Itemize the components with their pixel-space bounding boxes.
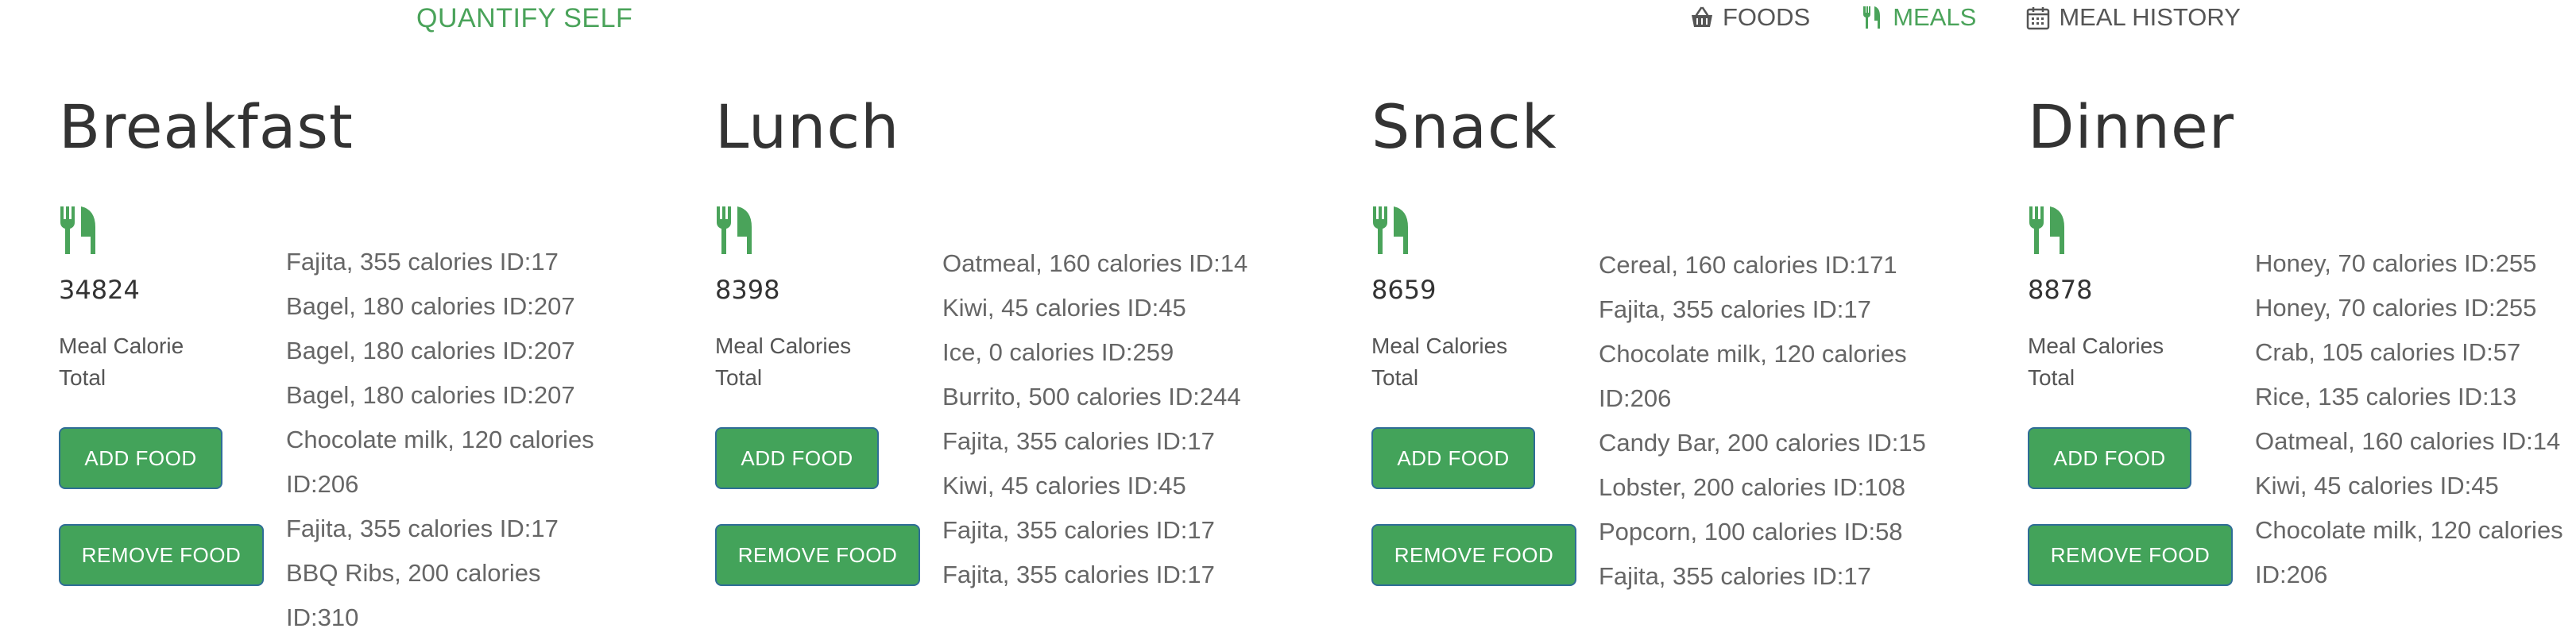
nav-meals[interactable]: MEALS [1859,3,1976,32]
basket-icon [1692,6,1712,27]
food-item[interactable]: Crab, 105 calories ID:57 [2255,330,2573,375]
food-item[interactable]: Kiwi, 45 calories ID:45 [2255,464,2573,508]
food-item[interactable]: Burrito, 500 calories ID:244 [942,375,1276,419]
cutlery-icon [1863,6,1881,29]
cutlery-icon [1373,206,1408,254]
meal-calorie-total: 8659 [1371,275,1437,305]
cutlery-icon [2029,206,2064,254]
calendar-icon [2027,7,2050,30]
food-item[interactable]: Honey, 70 calories ID:255 [2255,241,2573,286]
food-item[interactable]: Fajita, 355 calories ID:17 [1599,287,1932,332]
food-item[interactable]: BBQ Ribs, 200 calories ID:310 [286,551,620,640]
food-item[interactable]: Lobster, 200 calories ID:108 [1599,465,1932,510]
food-item[interactable]: Candy Bar, 200 calories ID:15 [1599,421,1932,465]
nav-meal-history-label: MEAL HISTORY [2059,3,2241,31]
food-item[interactable]: Cereal, 160 calories ID:171 [1599,243,1932,287]
remove-food-button[interactable]: REMOVE FOOD [715,524,920,586]
food-item[interactable]: Fajita, 355 calories ID:17 [1599,554,1932,599]
food-item[interactable]: Chocolate milk, 120 calories ID:206 [2255,508,2573,597]
food-item[interactable]: Fajita, 355 calories ID:17 [286,240,620,284]
food-list: Honey, 70 calories ID:255 Honey, 70 calo… [2255,241,2573,597]
food-item[interactable]: Bagel, 180 calories ID:207 [286,373,620,418]
meal-card-breakfast: Breakfast 34824 Meal Calorie Total ADD F… [59,87,694,631]
meal-calorie-total: 8398 [715,275,780,305]
food-item[interactable]: Fajita, 355 calories ID:17 [286,507,620,551]
nav-foods[interactable]: FOODS [1689,3,1810,32]
food-item[interactable]: Kiwi, 45 calories ID:45 [942,464,1276,508]
nav-meals-label: MEALS [1893,3,1977,31]
meal-card-snack: Snack 8659 Meal Calories Total ADD FOOD … [1371,87,2007,603]
food-item[interactable]: Fajita, 355 calories ID:17 [942,508,1276,553]
food-item[interactable]: Chocolate milk, 120 calories ID:206 [1599,332,1932,421]
meal-title: Breakfast [59,91,354,162]
meal-calorie-total: 34824 [59,275,140,305]
food-list: Cereal, 160 calories ID:171 Fajita, 355 … [1599,243,1932,599]
meal-calorie-total-label: Meal Calorie Total [59,333,184,390]
remove-food-button[interactable]: REMOVE FOOD [2028,524,2233,586]
food-item[interactable]: Oatmeal, 160 calories ID:14 [942,241,1276,286]
food-item[interactable]: Honey, 70 calories ID:255 [2255,286,2573,330]
nav-foods-label: FOODS [1723,3,1811,31]
remove-food-button[interactable]: REMOVE FOOD [59,524,264,586]
food-item[interactable]: Kiwi, 45 calories ID:45 [942,286,1276,330]
meal-calorie-total-label: Meal Calories Total [715,333,852,390]
meal-title: Lunch [715,91,900,162]
remove-food-button[interactable]: REMOVE FOOD [1371,524,1576,586]
add-food-button[interactable]: ADD FOOD [1371,427,1535,489]
food-item[interactable]: Ice, 0 calories ID:259 [942,330,1276,375]
cutlery-icon [717,206,752,254]
meal-calorie-total-label: Meal Calories Total [2028,333,2164,390]
meal-calorie-total-label: Meal Calories Total [1371,333,1508,390]
food-item[interactable]: Bagel, 180 calories ID:207 [286,284,620,329]
main-nav: FOODS MEALS MEAL HISTORY [1689,3,2241,32]
food-item[interactable]: Rice, 135 calories ID:13 [2255,375,2573,419]
add-food-button[interactable]: ADD FOOD [715,427,879,489]
meal-title: Dinner [2028,91,2234,162]
add-food-button[interactable]: ADD FOOD [2028,427,2191,489]
meal-card-lunch: Lunch 8398 Meal Calories Total ADD FOOD … [715,87,1351,603]
cutlery-icon [60,206,95,254]
food-item[interactable]: Bagel, 180 calories ID:207 [286,329,620,373]
food-item[interactable]: Popcorn, 100 calories ID:58 [1599,510,1932,554]
food-list: Oatmeal, 160 calories ID:14 Kiwi, 45 cal… [942,241,1276,597]
food-item[interactable]: Chocolate milk, 120 calories ID:206 [286,418,620,507]
add-food-button[interactable]: ADD FOOD [59,427,222,489]
meal-title: Snack [1371,91,1557,162]
brand-logo-link[interactable]: QUANTIFY SELF [416,3,632,34]
food-item[interactable]: Fajita, 355 calories ID:17 [942,553,1276,597]
nav-meal-history[interactable]: MEAL HISTORY [2025,3,2241,32]
food-item[interactable]: Fajita, 355 calories ID:17 [942,419,1276,464]
food-item[interactable]: Oatmeal, 160 calories ID:14 [2255,419,2573,464]
meal-calorie-total: 8878 [2028,275,2093,305]
food-list: Fajita, 355 calories ID:17 Bagel, 180 ca… [286,240,620,640]
meal-card-dinner: Dinner 8878 Meal Calories Total ADD FOOD… [2028,87,2576,603]
